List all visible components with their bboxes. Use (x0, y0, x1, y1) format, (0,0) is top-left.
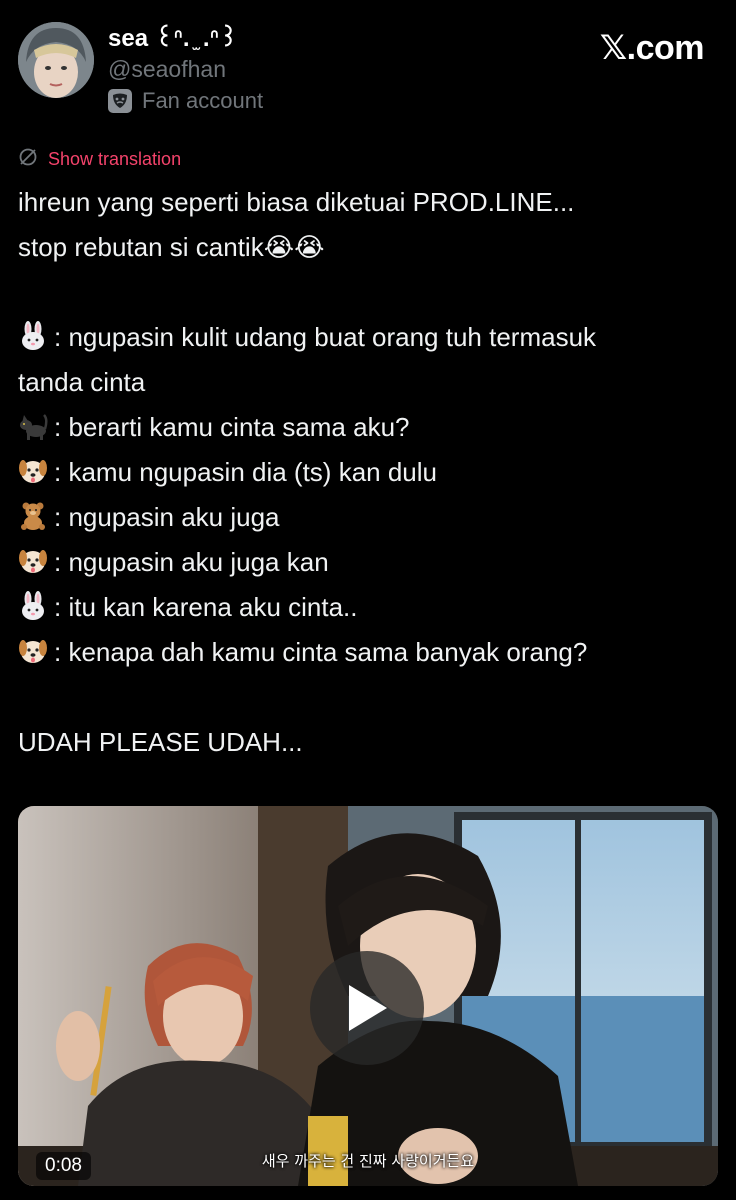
tweet-line: UDAH PLEASE UDAH... (18, 727, 303, 757)
play-button[interactable] (310, 951, 424, 1065)
video-subtitle: 새우 까주는 건 진짜 사랑이거든요 (261, 1152, 475, 1170)
avatar[interactable] (18, 22, 94, 98)
tweet-text: ihreun yang seperti biasa diketuai PROD.… (18, 180, 718, 765)
rabbit-face-icon (22, 591, 44, 620)
user-names: sea ꒰ᐢ. ̫ .ᐢ꒱ @seaofhan Fan account (108, 24, 263, 116)
play-icon (349, 985, 387, 1031)
dog-face-icon (19, 640, 47, 663)
fan-account-badge: Fan account (108, 86, 263, 116)
show-translation-label[interactable]: Show translation (48, 149, 181, 170)
theater-masks-icon (108, 89, 132, 113)
tweet-line: : ngupasin kulit udang buat orang tuh te… (18, 315, 718, 360)
show-translation-link[interactable]: Show translation (18, 147, 181, 172)
tweet-line: stop rebutan si cantik😭😭 (18, 232, 325, 262)
black-cat-icon (20, 414, 48, 440)
tweet-line: : berarti kamu cinta sama aku? (18, 405, 718, 450)
teddy-bear-icon (21, 502, 45, 530)
user-handle[interactable]: @seaofhan (108, 54, 263, 84)
tweet-line: : kenapa dah kamu cinta sama banyak oran… (18, 630, 718, 675)
rabbit-face-icon (22, 321, 44, 350)
x-com-logo: 𝕏.com (599, 29, 705, 67)
tweet-line: : ngupasin aku juga (18, 495, 718, 540)
tweet-line: ihreun yang seperti biasa diketuai PROD.… (18, 187, 575, 217)
tweet-line: : ngupasin aku juga kan (18, 540, 718, 585)
display-name[interactable]: sea ꒰ᐢ. ̫ .ᐢ꒱ (108, 24, 263, 54)
tweet-line: : kamu ngupasin dia (ts) kan dulu (18, 450, 718, 495)
dog-face-icon (19, 460, 47, 483)
tweet-line: : itu kan karena aku cinta.. (18, 585, 718, 630)
tweet-line: tanda cinta (18, 367, 146, 397)
avatar-image (18, 22, 94, 98)
dog-face-icon (19, 550, 47, 573)
video-player[interactable]: 0:08 새우 까주는 건 진짜 사랑이거든요 (18, 806, 718, 1186)
badge-label: Fan account (142, 88, 264, 113)
translate-icon (18, 147, 38, 172)
tweet-header: sea ꒰ᐢ. ̫ .ᐢ꒱ @seaofhan Fan account 𝕏.co… (18, 22, 718, 113)
